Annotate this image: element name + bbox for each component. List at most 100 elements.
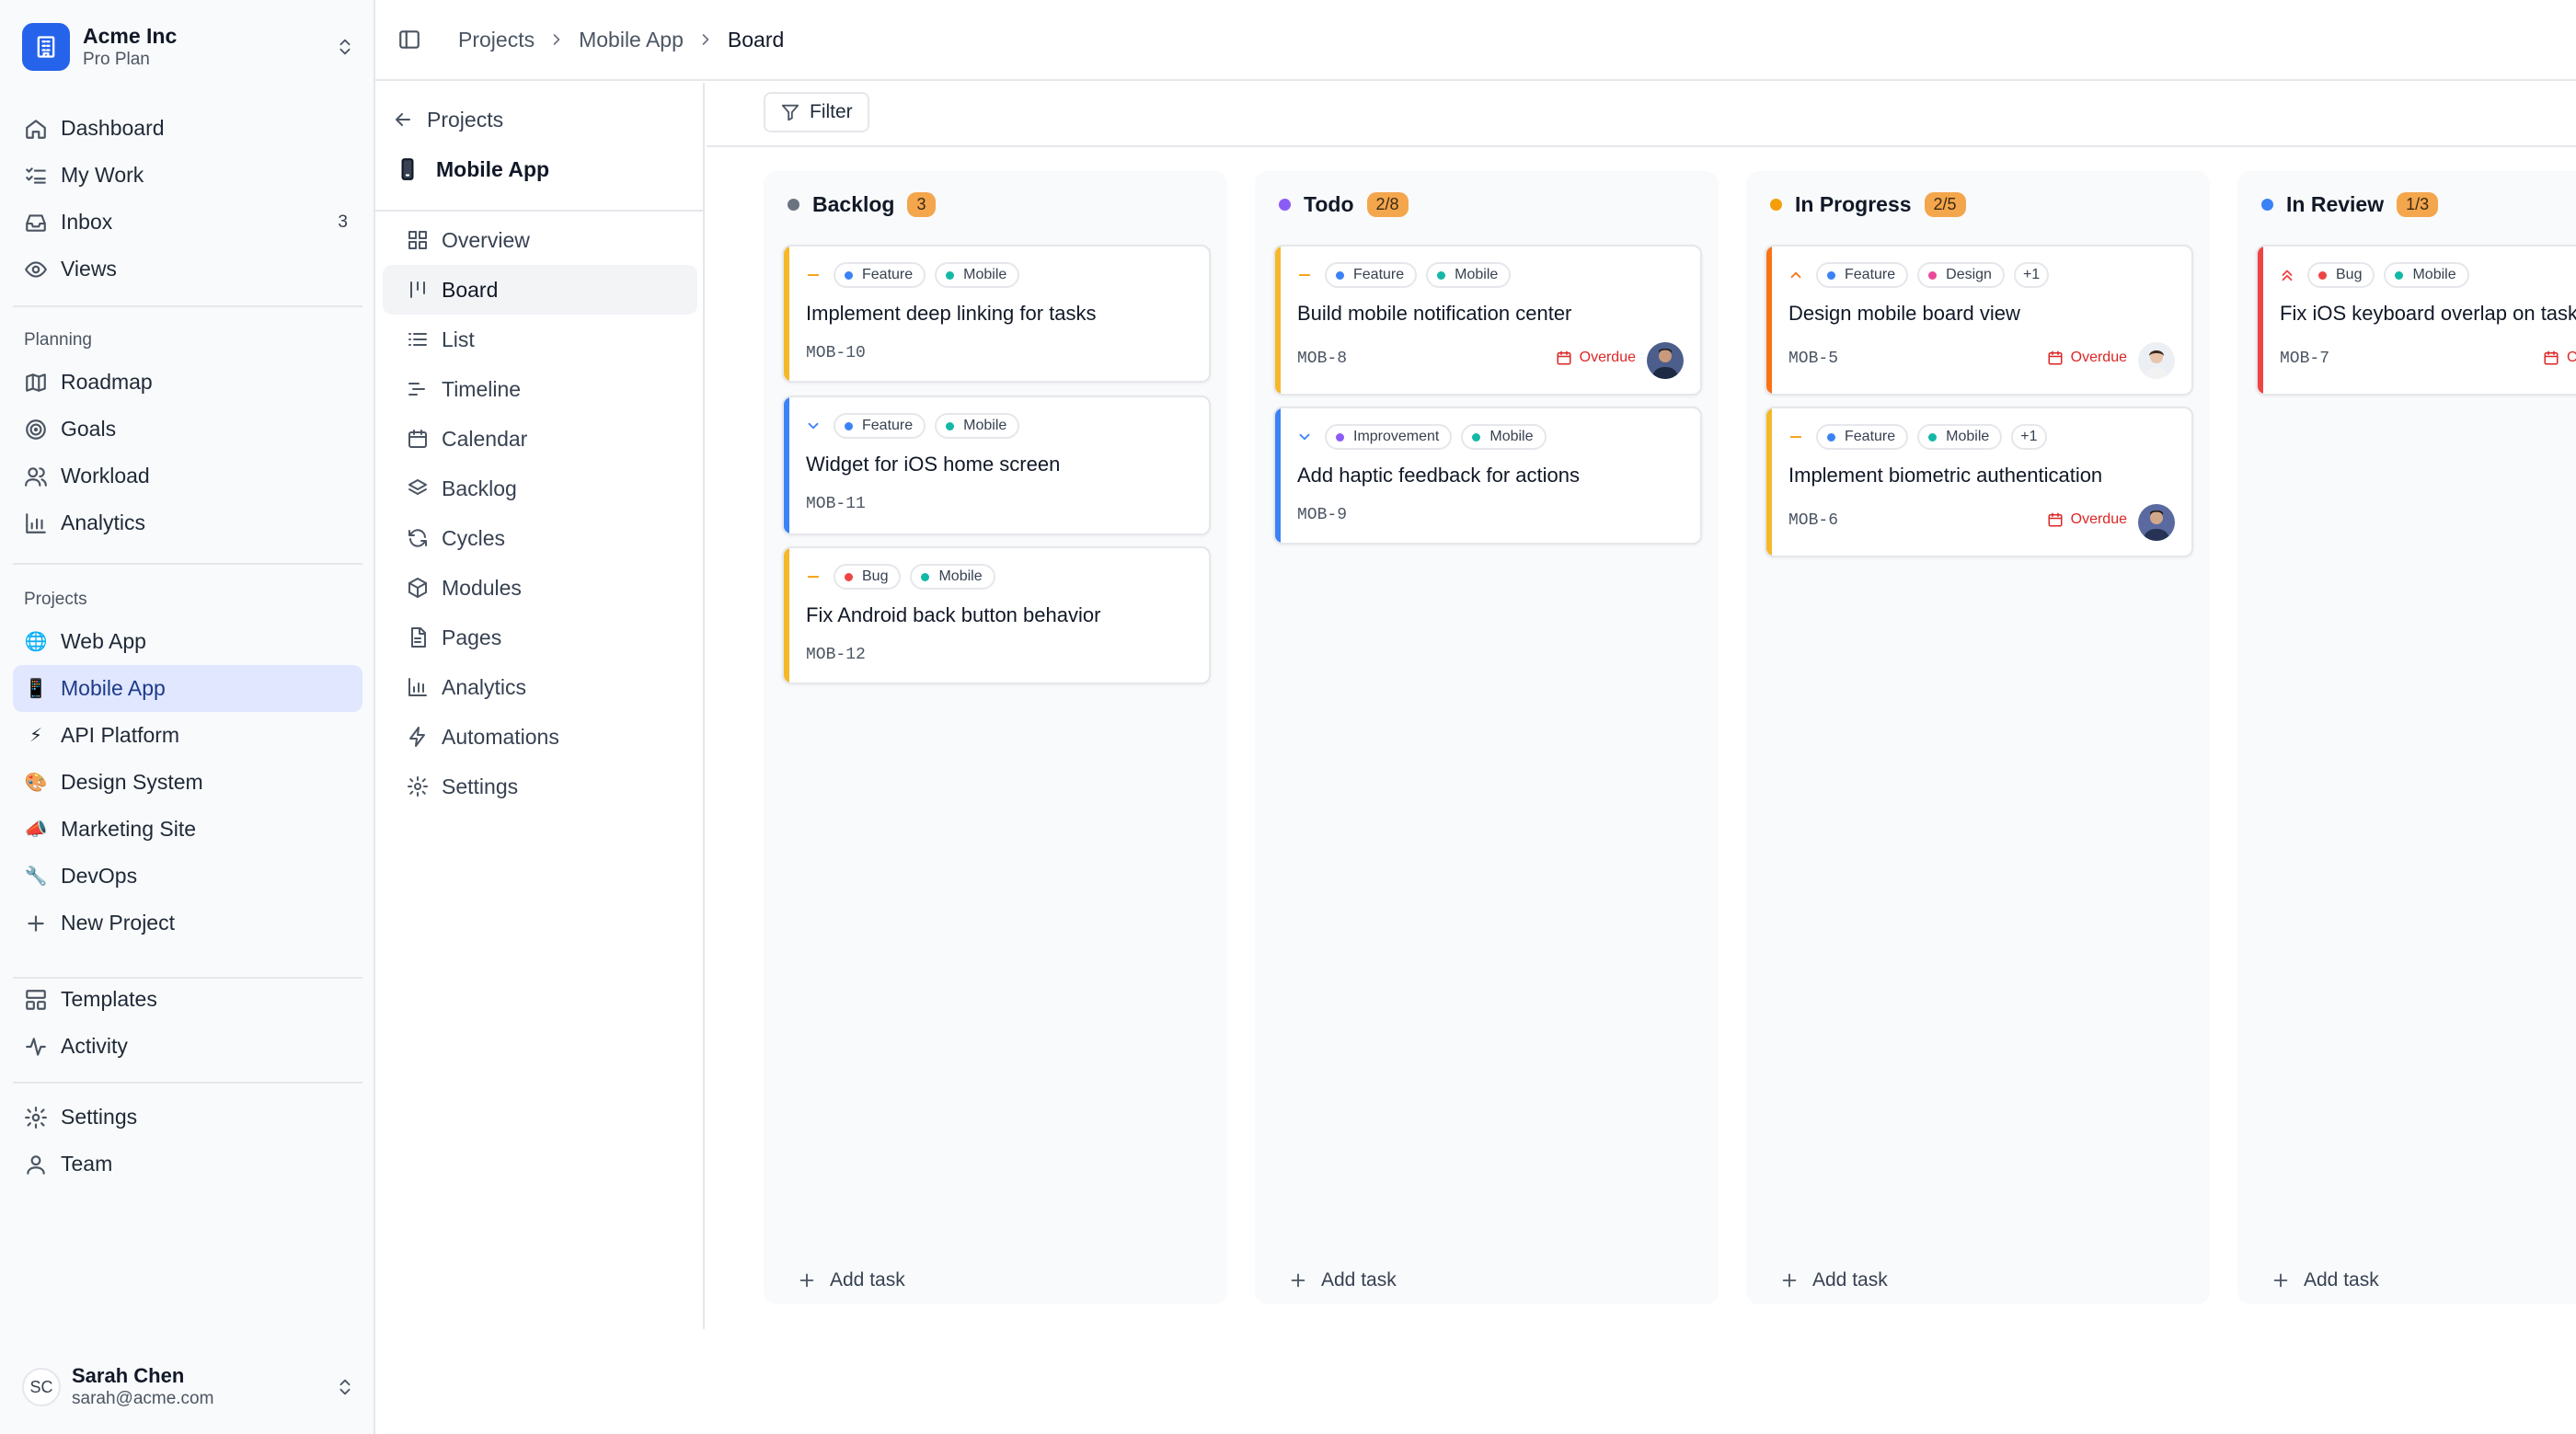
back-label: Projects — [427, 107, 504, 132]
calendar-icon — [2544, 350, 2559, 365]
overdue-indicator: Overdue — [2543, 350, 2576, 366]
subnav-backlog[interactable]: Backlog — [383, 464, 697, 513]
add-task-button[interactable]: Add task — [2271, 1264, 2379, 1297]
megaphone-icon: 📣 — [24, 820, 48, 840]
subnav-pages[interactable]: Pages — [383, 613, 697, 662]
add-task-button[interactable]: Add task — [1288, 1264, 1397, 1297]
sidebar-toggle-icon[interactable] — [397, 28, 421, 52]
nav-item-views[interactable]: Views — [13, 246, 362, 293]
arrow-left-icon — [396, 113, 410, 126]
column-in-progress: In Progress 2/5 Feature Design +1 Design… — [1746, 171, 2210, 1304]
nav-item-my-work[interactable]: My Work — [13, 152, 362, 199]
tag-label: Design — [1946, 267, 1992, 282]
task-card[interactable]: Feature Mobile +1 Implement biometric au… — [1765, 407, 2193, 557]
subnav-label: List — [442, 327, 475, 351]
nav-item-project-devops[interactable]: 🔧 DevOps — [13, 853, 362, 900]
zap-icon — [409, 727, 425, 747]
nav-item-project-api-platform[interactable]: ⚡ API Platform — [13, 712, 362, 759]
task-title: Design mobile board view — [1788, 302, 2020, 325]
task-title: Implement biometric authentication — [1788, 464, 2103, 487]
workspace-plan: Pro Plan — [83, 50, 150, 69]
subnav-board[interactable]: Board — [383, 265, 697, 315]
workspace-name: Acme Inc — [83, 24, 178, 48]
nav-item-team[interactable]: Team — [13, 1141, 362, 1187]
subnav-label: Settings — [442, 774, 519, 798]
back-to-projects-link[interactable]: Projects — [392, 101, 503, 138]
nav-item-activity[interactable]: Activity — [13, 1023, 362, 1070]
subnav-analytics[interactable]: Analytics — [383, 662, 697, 712]
filter-label: Filter — [810, 101, 853, 122]
add-task-button[interactable]: Add task — [1779, 1264, 1888, 1297]
overdue-indicator: Overdue — [2047, 350, 2127, 366]
subnav-settings[interactable]: Settings — [383, 762, 697, 811]
inbox-icon — [26, 213, 46, 232]
overdue-label: Overdue — [2070, 350, 2127, 365]
planning-nav: Planning Roadmap Goals Workload Analytic… — [13, 322, 362, 546]
subnav-automations[interactable]: Automations — [383, 712, 697, 762]
tag-label: Feature — [862, 418, 914, 433]
user-menu[interactable]: SC Sarah Chen sarah@acme.com — [22, 1359, 355, 1415]
subnav-modules[interactable]: Modules — [383, 563, 697, 613]
project-nav: Projects Mobile App Overview Board List … — [375, 83, 705, 1329]
subnav-label: Pages — [442, 625, 502, 649]
nav-item-project-design-system[interactable]: 🎨 Design System — [13, 759, 362, 806]
new-project-button[interactable]: New Project — [13, 900, 362, 946]
nav-item-project-marketing-site[interactable]: 📣 Marketing Site — [13, 806, 362, 853]
nav-item-project-mobile-app[interactable]: 📱 Mobile App — [13, 665, 362, 712]
workspace-switcher[interactable]: Acme Inc Pro Plan — [22, 20, 355, 74]
task-card[interactable]: Feature Mobile Build mobile notification… — [1273, 245, 1702, 396]
assignee-avatar[interactable] — [1647, 342, 1684, 379]
overdue-indicator: Overdue — [1556, 350, 1636, 366]
add-task-label: Add task — [2304, 1269, 2379, 1291]
priority-medium-icon — [1787, 428, 1805, 446]
tag-label: +1 — [2022, 267, 2041, 282]
nav-item-settings[interactable]: Settings — [13, 1094, 362, 1141]
subnav-calendar[interactable]: Calendar — [383, 414, 697, 464]
nav-item-templates[interactable]: Templates — [13, 976, 362, 1023]
subnav-overview[interactable]: Overview — [383, 215, 697, 265]
team-icon — [27, 1154, 45, 1175]
nav-item-label: Activity — [61, 1034, 128, 1058]
nav-item-goals[interactable]: Goals — [13, 406, 362, 453]
task-card[interactable]: Bug Mobile Fix iOS keyboard overlap on t… — [2256, 245, 2576, 396]
plus-icon — [28, 914, 44, 932]
task-card[interactable]: Feature Mobile Widget for iOS home scree… — [782, 396, 1211, 535]
task-card[interactable]: Improvement Mobile Add haptic feedback f… — [1273, 407, 1702, 545]
nav-item-roadmap[interactable]: Roadmap — [13, 359, 362, 406]
task-key: MOB-8 — [1297, 350, 1348, 368]
nav-item-workload[interactable]: Workload — [13, 453, 362, 499]
user-email: sarah@acme.com — [72, 1389, 214, 1408]
breadcrumb-board: Board — [727, 27, 785, 52]
tag-label: Mobile — [963, 267, 1007, 282]
task-key: MOB-6 — [1788, 511, 1839, 530]
column-header: In Review 1/3 — [2261, 186, 2439, 223]
divider — [13, 1082, 362, 1084]
more-tags-badge: +1 — [2011, 424, 2047, 450]
subnav-label: Board — [442, 277, 499, 302]
task-card[interactable]: Feature Design +1 Design mobile board vi… — [1765, 245, 2193, 396]
assignee-avatar[interactable] — [2138, 342, 2175, 379]
user-avatar: SC — [22, 1368, 61, 1406]
task-card[interactable]: Feature Mobile Implement deep linking fo… — [782, 245, 1211, 383]
tag-label: Feature — [1845, 267, 1896, 282]
nav-item-label: Dashboard — [61, 116, 165, 140]
nav-item-inbox[interactable]: Inbox 3 — [13, 199, 362, 246]
add-task-button[interactable]: Add task — [797, 1264, 905, 1297]
subnav-list[interactable]: List — [383, 315, 697, 364]
subnav-cycles[interactable]: Cycles — [383, 513, 697, 563]
nav-item-analytics[interactable]: Analytics — [13, 499, 362, 546]
task-card[interactable]: Bug Mobile Fix Android back button behav… — [782, 546, 1211, 684]
breadcrumb-mobile-app[interactable]: Mobile App — [579, 28, 684, 52]
assignee-avatar[interactable] — [2138, 504, 2175, 541]
nav-item-dashboard[interactable]: Dashboard — [13, 105, 362, 152]
nav-item-project-web-app[interactable]: 🌐 Web App — [13, 618, 362, 665]
calendar-icon — [1557, 350, 1571, 365]
bar-chart-icon — [26, 512, 46, 533]
status-dot — [1770, 198, 1782, 211]
breadcrumb-projects[interactable]: Projects — [458, 28, 535, 52]
label-tag: Feature — [1816, 262, 1909, 288]
more-tags-badge: +1 — [2013, 262, 2050, 288]
subnav-timeline[interactable]: Timeline — [383, 364, 697, 414]
filter-button[interactable]: Filter — [764, 92, 869, 132]
label-tag: Mobile — [910, 564, 995, 590]
